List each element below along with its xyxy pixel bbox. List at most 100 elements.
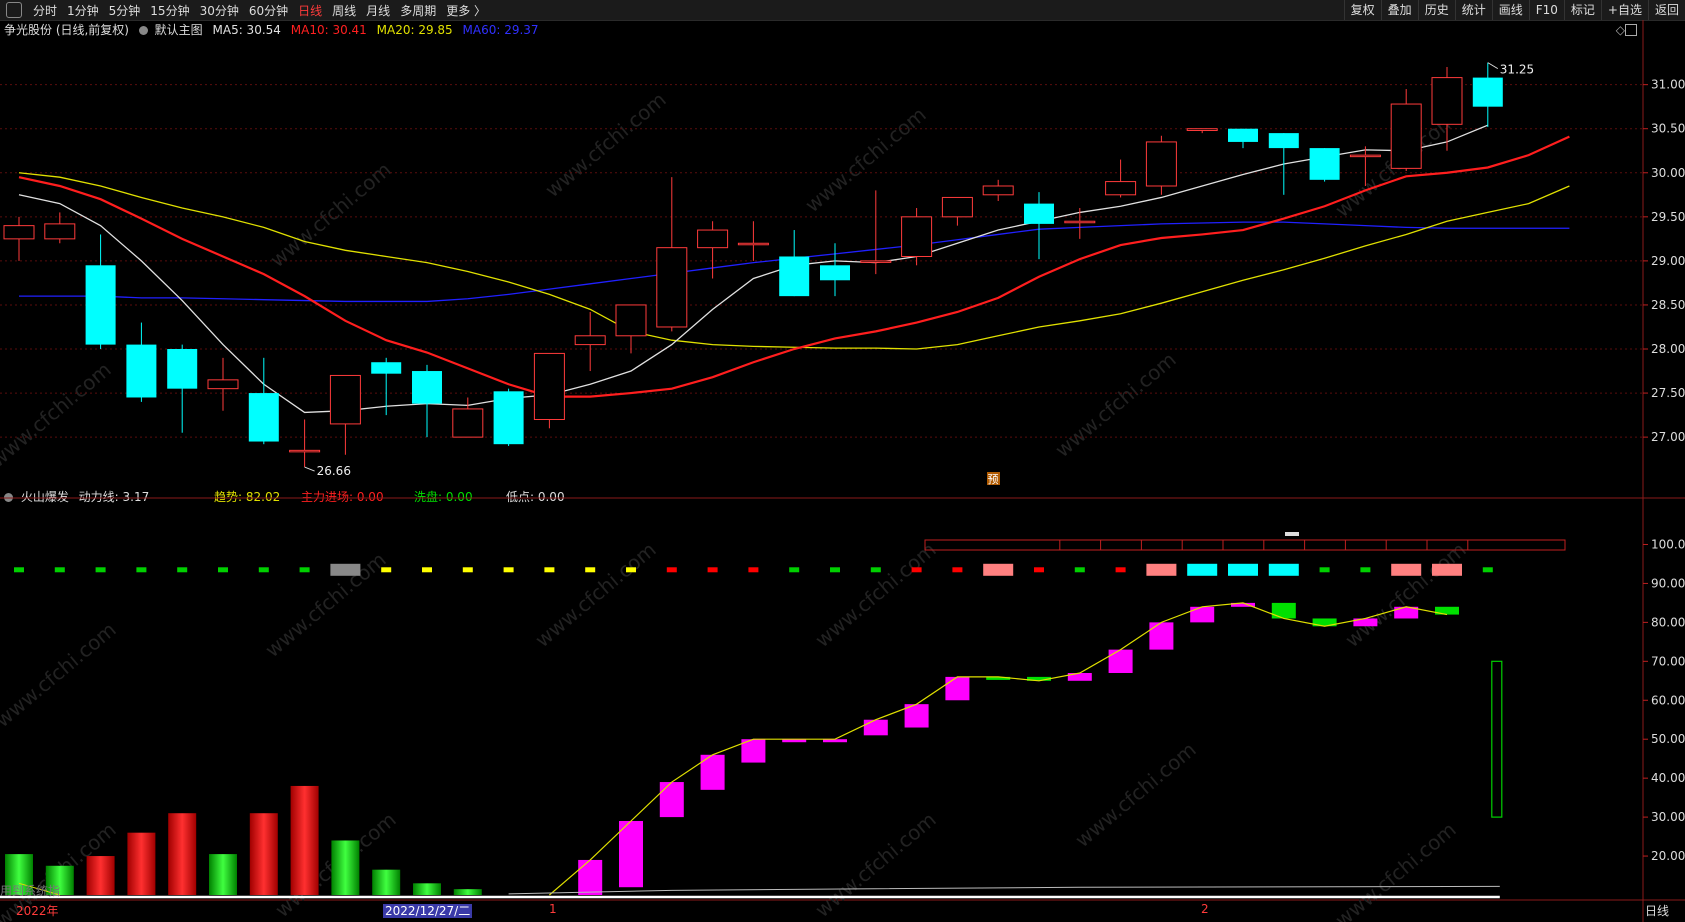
add-watchlist-button[interactable]: +自选: [1600, 0, 1648, 20]
candle-body: [901, 216, 933, 257]
sub-axis-label: 50.00: [1651, 732, 1685, 746]
watermark-text: www.cfchi.com: [810, 807, 940, 922]
sub-axis-label: 70.00: [1651, 654, 1685, 668]
candle-body: [493, 391, 524, 445]
period-indicator[interactable]: 日线: [1645, 902, 1669, 919]
signal-mark: [1187, 563, 1218, 576]
candle-body: [1145, 141, 1177, 187]
signal-mark: [14, 567, 24, 573]
candle-body: [779, 256, 810, 297]
signal-mark: [1228, 563, 1258, 576]
signal-mark: [1034, 567, 1044, 573]
energy-bar: [372, 869, 401, 895]
watermark-text: www.cfchi.com: [260, 547, 390, 662]
back-button[interactable]: 返回: [1647, 0, 1685, 20]
signal-mark: [381, 567, 392, 573]
period-tab-monthly[interactable]: 月线: [361, 2, 395, 19]
candle-body: [289, 449, 321, 453]
period-tab-more[interactable]: 更多 〉: [441, 2, 491, 19]
overlay-button[interactable]: 叠加: [1380, 0, 1418, 20]
candle-body: [941, 196, 973, 218]
high-price-label: 31.25: [1500, 63, 1534, 77]
signal-mark: [258, 567, 269, 573]
watermark-text: www.cfchi.com: [540, 87, 670, 202]
price-axis-label: 28.50: [1651, 298, 1685, 312]
watermark-text: www.cfchi.com: [530, 537, 660, 652]
watermark-text: www.cfchi.com: [1340, 537, 1470, 652]
signal-mark: [95, 567, 106, 573]
fuquan-button[interactable]: 复权: [1343, 0, 1381, 20]
price-axis-label: 27.00: [1651, 430, 1685, 444]
signal-box-row: [924, 539, 1566, 551]
sub-axis-label: 20.00: [1651, 849, 1685, 863]
price-axis-label: 31.00: [1651, 78, 1685, 92]
selected-date-label: 2022/12/27/二: [383, 902, 473, 919]
signal-mark: [830, 567, 840, 573]
sub-axis-label: 40.00: [1651, 771, 1685, 785]
candle-body: [3, 225, 35, 240]
window-icon[interactable]: [6, 2, 22, 18]
power-line-bar: [1491, 660, 1503, 818]
period-tab-daily[interactable]: 日线: [293, 2, 327, 19]
ma5-line: [18, 124, 1489, 414]
price-axis-label: 30.50: [1651, 122, 1685, 136]
energy-bar: [249, 813, 278, 895]
signal-mark: [544, 567, 555, 573]
candle-body: [737, 242, 769, 246]
sub-axis-label: 60.00: [1651, 693, 1685, 707]
period-tab-5min[interactable]: 5分钟: [104, 2, 146, 19]
trend-bar: [578, 859, 603, 895]
signal-mark: [870, 567, 881, 573]
stats-button[interactable]: 统计: [1454, 0, 1492, 20]
history-button[interactable]: 历史: [1417, 0, 1455, 20]
trend-bar: [1271, 602, 1296, 619]
signal-mark: [789, 567, 800, 573]
candle-body: [1105, 181, 1137, 196]
trend-bar: [619, 821, 643, 888]
signal-mark: [911, 567, 922, 573]
candle-body: [533, 352, 565, 421]
price-axis-label: 28.00: [1651, 342, 1685, 356]
period-tab-fenshi[interactable]: 分时: [28, 2, 62, 19]
period-tab-30min[interactable]: 30分钟: [195, 2, 244, 19]
period-tab-60min[interactable]: 60分钟: [244, 2, 293, 19]
watermark-text: www.cfchi.com: [810, 537, 940, 652]
kline-chart[interactable]: www.cfchi.com www.cfchi.com www.cfchi.com w…: [0, 20, 1685, 922]
overlay-hint-text: 用到系统指: [0, 884, 61, 898]
candle-body: [574, 335, 606, 346]
signal-mark: [1391, 563, 1422, 576]
forecast-badge-text: 预: [988, 473, 999, 486]
period-tab-15min[interactable]: 15分钟: [145, 2, 194, 19]
candle-body: [697, 229, 729, 249]
candle-body: [207, 379, 239, 390]
energy-bar: [331, 840, 360, 895]
candle-body: [371, 362, 402, 374]
candle-body: [820, 265, 850, 281]
signal-mark: [218, 567, 228, 573]
trend-bar: [659, 782, 684, 818]
price-axis-label: 29.00: [1651, 254, 1685, 268]
f10-button[interactable]: F10: [1528, 0, 1564, 20]
signal-mark: [299, 567, 310, 573]
candle-body: [1390, 103, 1422, 169]
signal-mark: [1074, 567, 1085, 573]
sub-axis-label: 90.00: [1651, 576, 1685, 590]
price-axis-label: 29.50: [1651, 210, 1685, 224]
watermark-text: www.cfchi.com: [800, 102, 930, 217]
period-tab-weekly[interactable]: 周线: [327, 2, 361, 19]
period-tab-1min[interactable]: 1分钟: [62, 2, 104, 19]
candle-body: [615, 304, 647, 337]
energy-bar: [86, 856, 115, 895]
candle-body: [1309, 148, 1340, 180]
energy-bar: [168, 813, 197, 895]
candle-body: [1024, 203, 1054, 224]
period-tab-multi[interactable]: 多周期: [395, 2, 441, 19]
signal-mark: [330, 563, 361, 576]
signal-mark: [1115, 567, 1126, 573]
mark-button[interactable]: 标记: [1563, 0, 1601, 20]
candle-body: [1472, 77, 1503, 107]
watermark-text: www.cfchi.com: [1050, 347, 1180, 462]
candle-body: [167, 349, 198, 389]
trend-bar: [945, 676, 970, 701]
draw-button[interactable]: 画线: [1491, 0, 1529, 20]
